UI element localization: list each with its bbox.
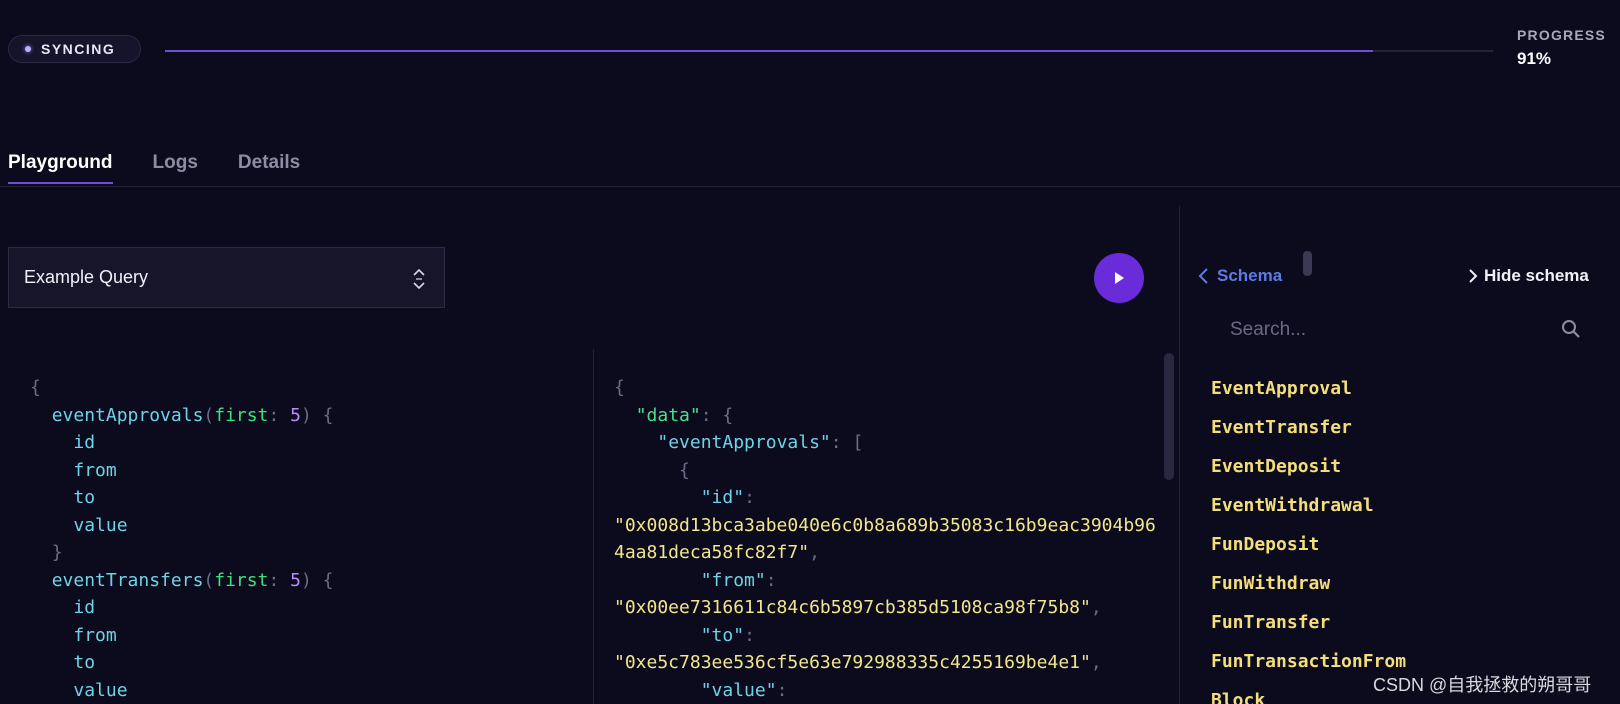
code-line: "data": { [635, 404, 734, 426]
schema-back-button[interactable]: Schema [1197, 266, 1282, 286]
code-line: id [73, 597, 96, 618]
code-line: { [614, 377, 625, 398]
progress-value: 91% [1517, 49, 1552, 68]
sync-status-label: SYNCING [41, 41, 116, 57]
hide-schema-button[interactable]: Hide schema [1468, 266, 1589, 286]
query-select-value: Example Query [24, 267, 149, 287]
code-line: { [679, 459, 690, 481]
schema-back-label: Schema [1217, 266, 1283, 285]
code-line: from [73, 459, 117, 481]
schema-search-input[interactable] [1230, 315, 1575, 345]
code-line: "0x008d13bca3abe040e6c0b8a689b35083c16b9… [614, 514, 1156, 536]
code-line: { [30, 377, 41, 398]
sync-status-badge: SYNCING [8, 35, 141, 63]
main-tabs: Playground Logs Details [8, 152, 300, 184]
tab-playground[interactable]: Playground [8, 152, 113, 184]
code-line: } [51, 542, 63, 563]
status-dot-icon [25, 46, 31, 52]
code-line: value [73, 514, 128, 536]
schema-type-list: EventApproval EventTransfer EventDeposit… [1211, 376, 1406, 704]
code-line: "eventApprovals": [ [657, 432, 864, 453]
schema-scrollbar[interactable] [1303, 251, 1312, 276]
tab-details[interactable]: Details [238, 152, 300, 184]
play-icon [1115, 272, 1124, 284]
editor-divider [593, 349, 594, 704]
schema-type-item[interactable]: EventDeposit [1211, 454, 1406, 493]
schema-type-item[interactable]: FunTransfer [1211, 610, 1406, 649]
chevron-right-icon [1469, 269, 1478, 283]
query-editor[interactable]: { eventApprovals(first: 5) { id from to … [30, 374, 333, 704]
chevron-left-icon [1198, 268, 1208, 284]
code-line: "value": [700, 679, 788, 701]
code-line: "from": [700, 569, 777, 591]
schema-type-item[interactable]: EventTransfer [1211, 415, 1406, 454]
code-line: value [73, 679, 128, 701]
code-line: id [73, 432, 96, 453]
schema-panel-divider [1179, 206, 1180, 704]
schema-type-item[interactable]: EventWithdrawal [1211, 493, 1406, 532]
sync-progress-bar [165, 50, 1493, 52]
code-line: to [73, 487, 96, 508]
schema-type-item[interactable]: FunWithdraw [1211, 571, 1406, 610]
result-viewer: { "data": { "eventApprovals": [ { "id": "… [614, 374, 1156, 704]
code-line: "0xe5c783ee536cf5e63e792988335c4255169be… [614, 652, 1102, 673]
code-line: from [73, 624, 117, 646]
code-line: eventTransfers(first: 5) { [51, 569, 334, 591]
code-line: "id": [700, 487, 755, 508]
code-line: 4aa81deca58fc82f7", [614, 542, 820, 563]
code-line: eventApprovals(first: 5) { [51, 404, 334, 426]
result-scrollbar[interactable] [1164, 353, 1174, 480]
watermark: CSDN @自我拯救的朔哥哥 [1373, 675, 1592, 695]
code-line: to [73, 652, 96, 673]
chevron-updown-icon [413, 268, 425, 290]
run-query-button[interactable] [1094, 253, 1144, 303]
progress-title: PROGRESS [1517, 27, 1606, 43]
schema-type-item[interactable]: FunDeposit [1211, 532, 1406, 571]
code-line: "to": [700, 624, 755, 646]
sync-progress-fill [165, 50, 1374, 52]
search-icon[interactable] [1561, 319, 1581, 339]
hide-schema-label: Hide schema [1484, 266, 1589, 285]
query-select[interactable]: Example Query [8, 247, 445, 308]
tab-logs[interactable]: Logs [153, 152, 198, 184]
schema-type-item[interactable]: EventApproval [1211, 376, 1406, 415]
code-line: "0x00ee7316611c84c6b5897cb385d5108ca98f7… [614, 597, 1102, 618]
tabs-divider [0, 186, 1620, 187]
